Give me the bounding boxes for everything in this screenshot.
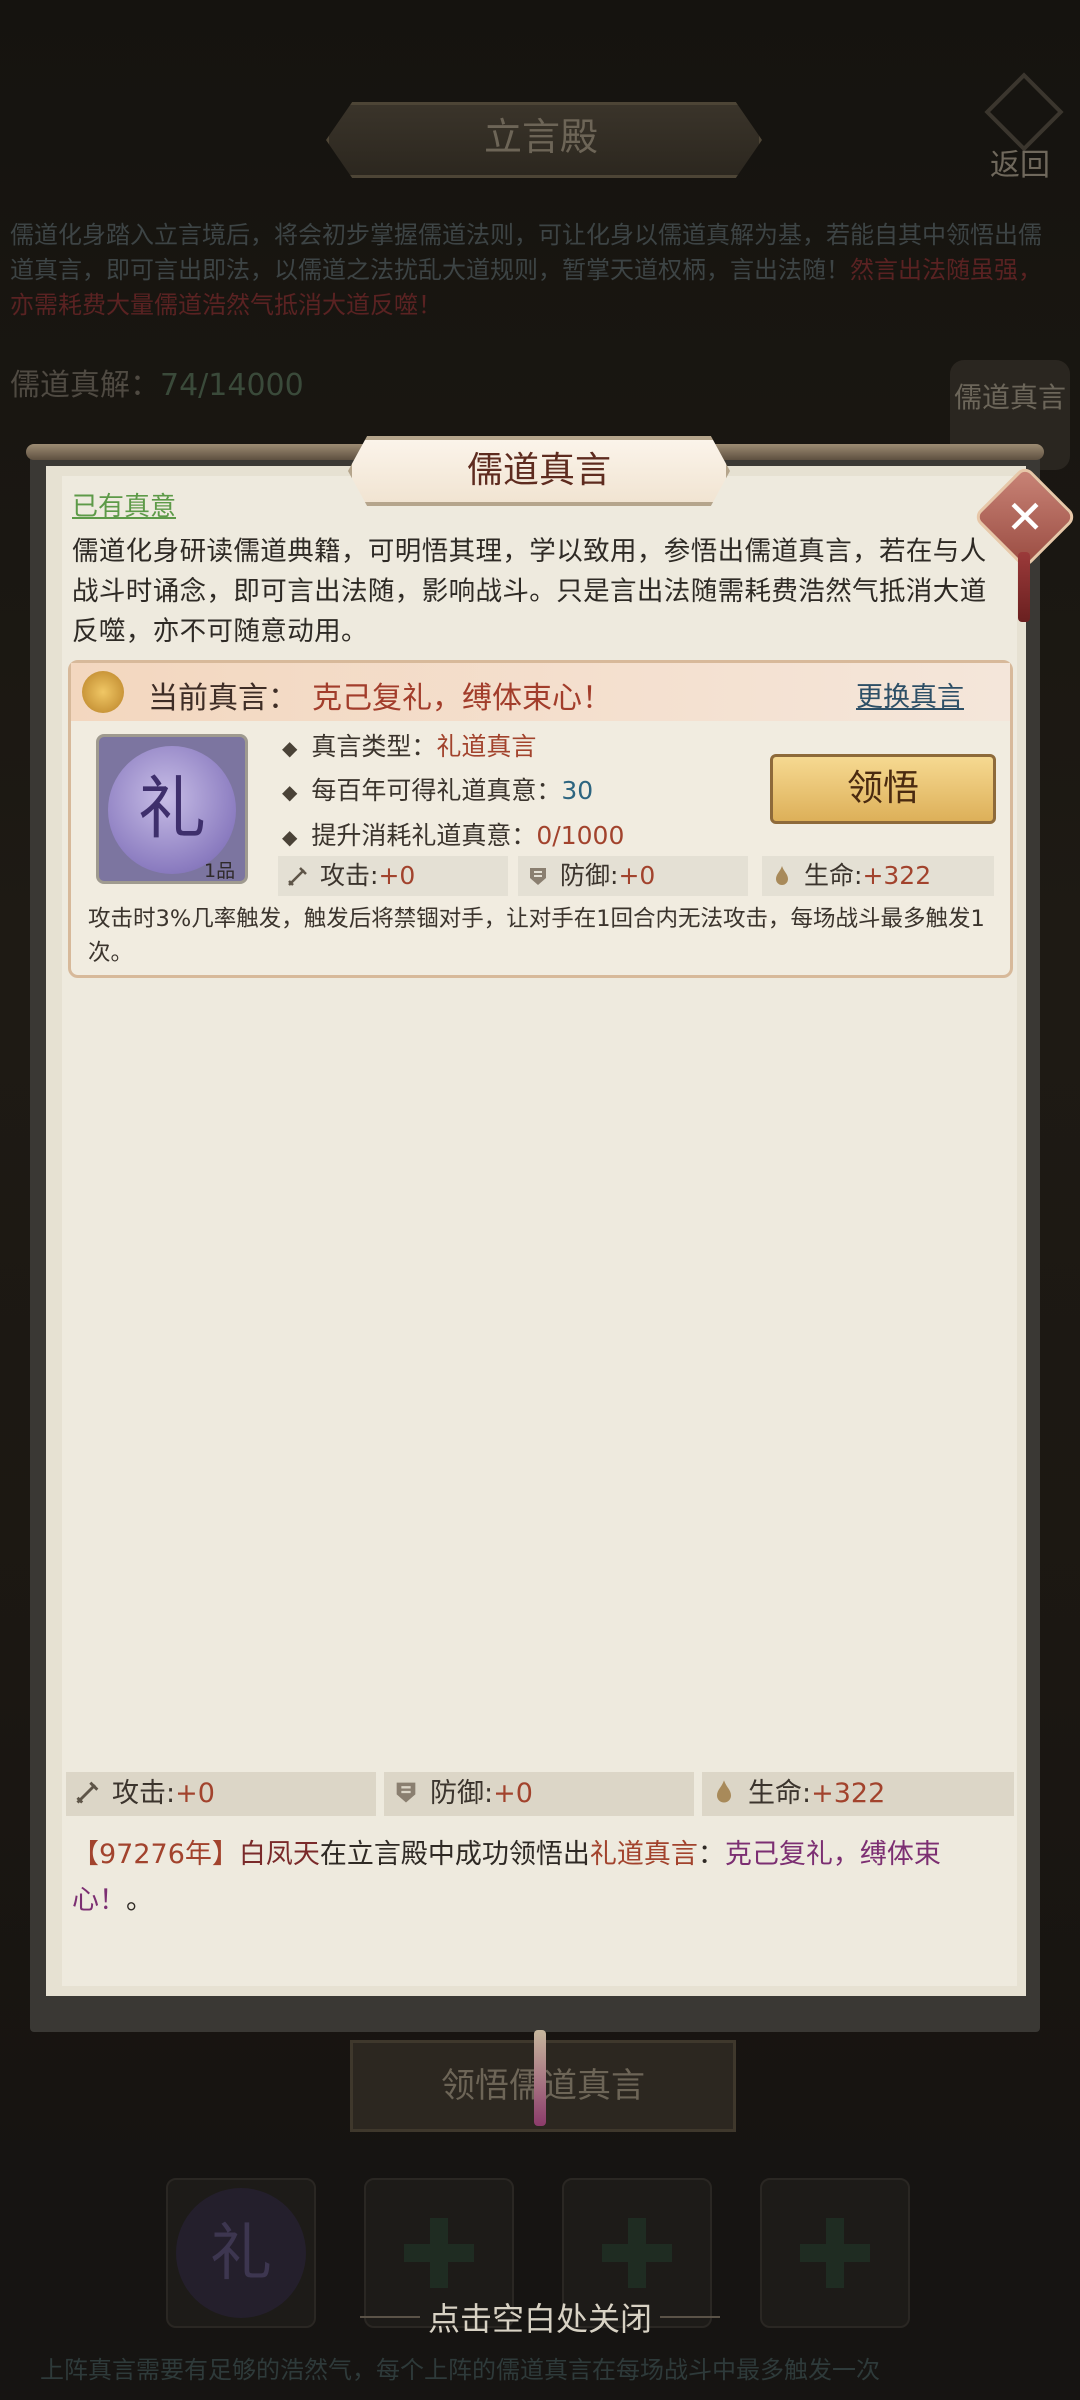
has-intent-link[interactable]: 已有真意 — [72, 486, 176, 523]
armor-icon — [396, 1782, 416, 1803]
prop-gain: ◆ 每百年可得礼道真意：30 — [282, 776, 594, 805]
summary-stat-attack: 攻击:+0 — [66, 1772, 376, 1816]
grade-label: 1品 — [204, 860, 236, 882]
change-zhenyan-link[interactable]: 更换真言 — [856, 675, 964, 714]
lingwu-log-entry: 【97276年】白凤天在立言殿中成功领悟出礼道真言：克己复礼，缚体束心！。 — [72, 1839, 941, 1916]
prop-type-value: 礼道真言 — [436, 732, 537, 761]
diamond-bullet-icon: ◆ — [282, 825, 298, 849]
plus-icon-bar — [404, 2244, 474, 2262]
current-label: 当前真言： — [148, 681, 298, 716]
lingwu-button[interactable]: 领悟 — [770, 754, 996, 824]
summary-stat-defense: 防御:+0 — [384, 1772, 694, 1816]
li-coin-char: 礼 — [137, 770, 206, 849]
progress-readout: 儒道真解：74/14000 — [10, 368, 304, 403]
sword-icon — [76, 1781, 99, 1804]
plus-icon-bar — [602, 2244, 672, 2262]
dialog-bell-ornament — [534, 2030, 546, 2126]
card-stat-defense: 防御:+0 — [518, 856, 748, 896]
armor-icon — [530, 868, 546, 885]
current-value: 克己复礼，缚体束心！ — [312, 681, 612, 716]
dialog-title: 儒道真言 — [466, 450, 611, 491]
progress-value: 74/14000 — [160, 368, 304, 403]
summary-stat-life: 生命:+322 — [702, 1772, 1014, 1816]
life-flame-icon — [776, 866, 788, 885]
life-flame-icon — [717, 1780, 731, 1803]
card-stat-life: 生命:+322 — [762, 856, 994, 896]
diamond-bullet-icon: ◆ — [282, 736, 298, 760]
scroll-emblem-icon — [82, 671, 124, 713]
plus-icon-bar — [800, 2244, 870, 2262]
prop-gain-value: 30 — [561, 776, 594, 805]
zhenyan-effect-text: 攻击时3%几率触发，触发后将禁锢对手，让对手在1回合内无法攻击，每场战斗最多触发… — [88, 906, 985, 966]
card-stat-attack: 攻击:+0 — [278, 856, 508, 896]
prop-cost-value: 0/1000 — [536, 821, 625, 850]
footer-text: 上阵真言需要有足够的浩然气，每个上阵的儒道真言在每场战斗中最多触发一次 — [40, 2356, 880, 2384]
dialog-description: 儒道化身研读儒道典籍，可明悟其理，学以致用，参悟出儒道真言，若在与人战斗时诵念，… — [72, 536, 987, 647]
prop-type: ◆ 真言类型：礼道真言 — [282, 732, 537, 761]
prop-cost: ◆ 提升消耗礼道真意：0/1000 — [282, 821, 625, 850]
page-intro: 儒道化身踏入立言境后，将会初步掌握儒道法则，可让化身以儒道真解为基，若能自其中领… — [10, 221, 1042, 319]
back-button[interactable]: 返回 — [990, 140, 1050, 184]
close-hint[interactable]: 点击空白处关闭 — [0, 2294, 1080, 2340]
tassel-decoration — [1018, 552, 1030, 622]
sword-icon — [288, 867, 307, 886]
diamond-bullet-icon: ◆ — [282, 780, 298, 804]
page-title: 立言殿 — [483, 115, 598, 159]
